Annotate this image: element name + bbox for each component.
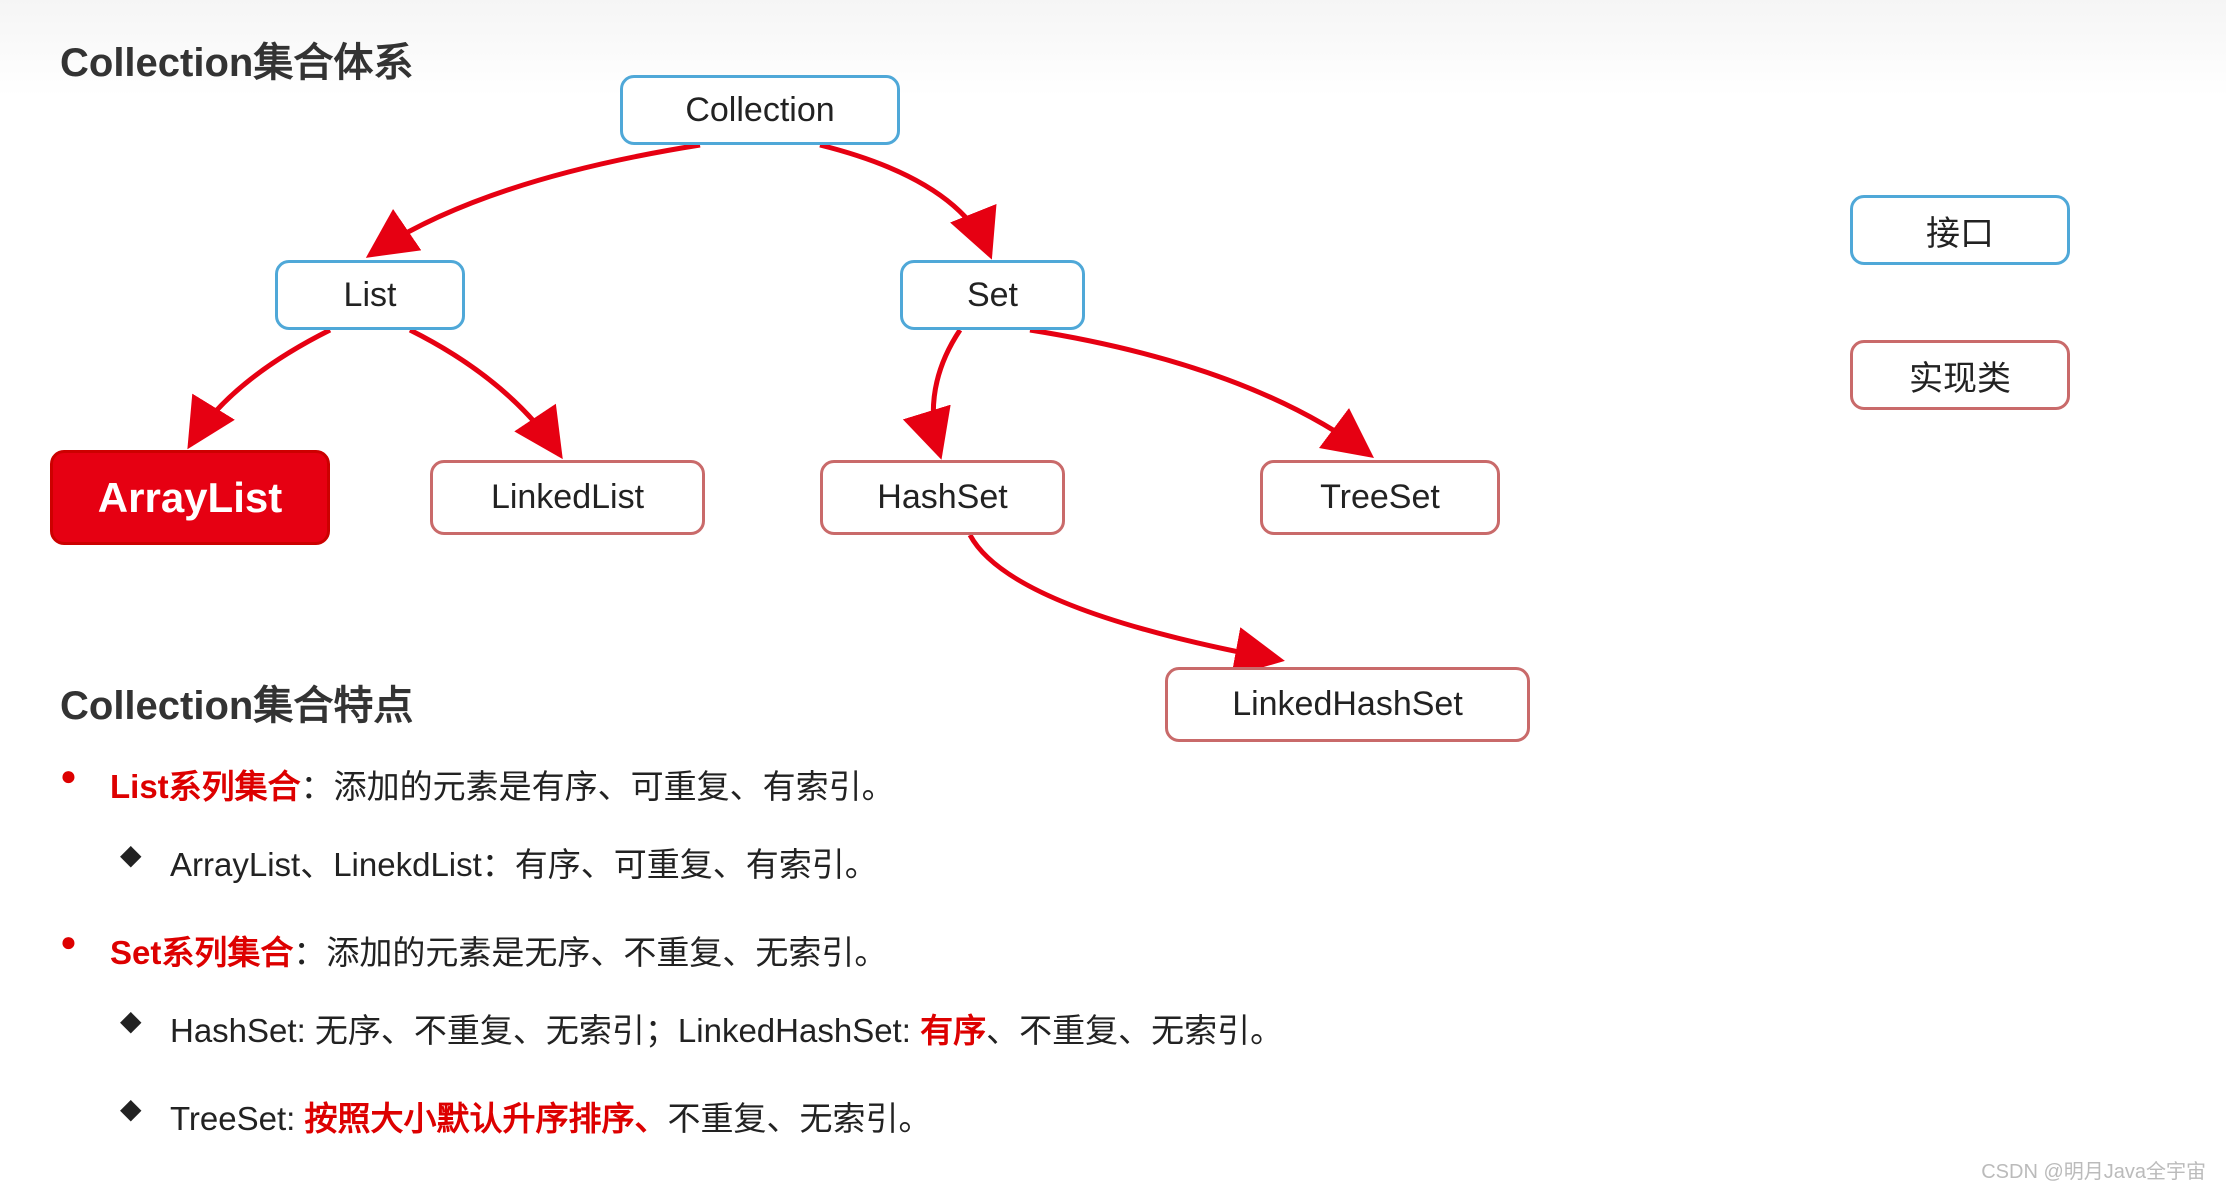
feature-set-sub1: HashSet: 无序、不重复、无索引；LinkedHashSet: 有序、不重… — [60, 1004, 1283, 1052]
section-title: Collection集合特点 — [60, 673, 413, 731]
feature-list-sub: ArrayList、LinekdList：有序、可重复、有索引。 — [60, 838, 1283, 886]
node-list: List — [275, 260, 465, 330]
node-collection: Collection — [620, 75, 900, 145]
legend-impl: 实现类 — [1850, 340, 2070, 410]
feature-list-label: List系列集合 — [110, 768, 301, 805]
node-hashset: HashSet — [820, 460, 1065, 535]
node-arraylist: ArrayList — [50, 450, 330, 545]
feature-list-item: List系列集合：添加的元素是有序、可重复、有索引。 — [60, 760, 1283, 808]
features-list: List系列集合：添加的元素是有序、可重复、有索引。 ArrayList、Lin… — [60, 760, 1283, 1180]
node-linkedhashset: LinkedHashSet — [1165, 667, 1530, 742]
watermark: CSDN @明月Java全宇宙 — [1981, 1155, 2206, 1184]
node-linkedlist: LinkedList — [430, 460, 705, 535]
node-treeset: TreeSet — [1260, 460, 1500, 535]
feature-set-label: Set系列集合 — [110, 934, 293, 971]
main-title: Collection集合体系 — [60, 30, 413, 88]
feature-set-item: Set系列集合：添加的元素是无序、不重复、无索引。 — [60, 926, 1283, 974]
feature-set-sub2: TreeSet: 按照大小默认升序排序、不重复、无索引。 — [60, 1092, 1283, 1140]
legend-interface: 接口 — [1850, 195, 2070, 265]
feature-list-desc: ：添加的元素是有序、可重复、有索引。 — [301, 768, 895, 805]
feature-set-desc: ：添加的元素是无序、不重复、无索引。 — [293, 934, 887, 971]
node-set: Set — [900, 260, 1085, 330]
